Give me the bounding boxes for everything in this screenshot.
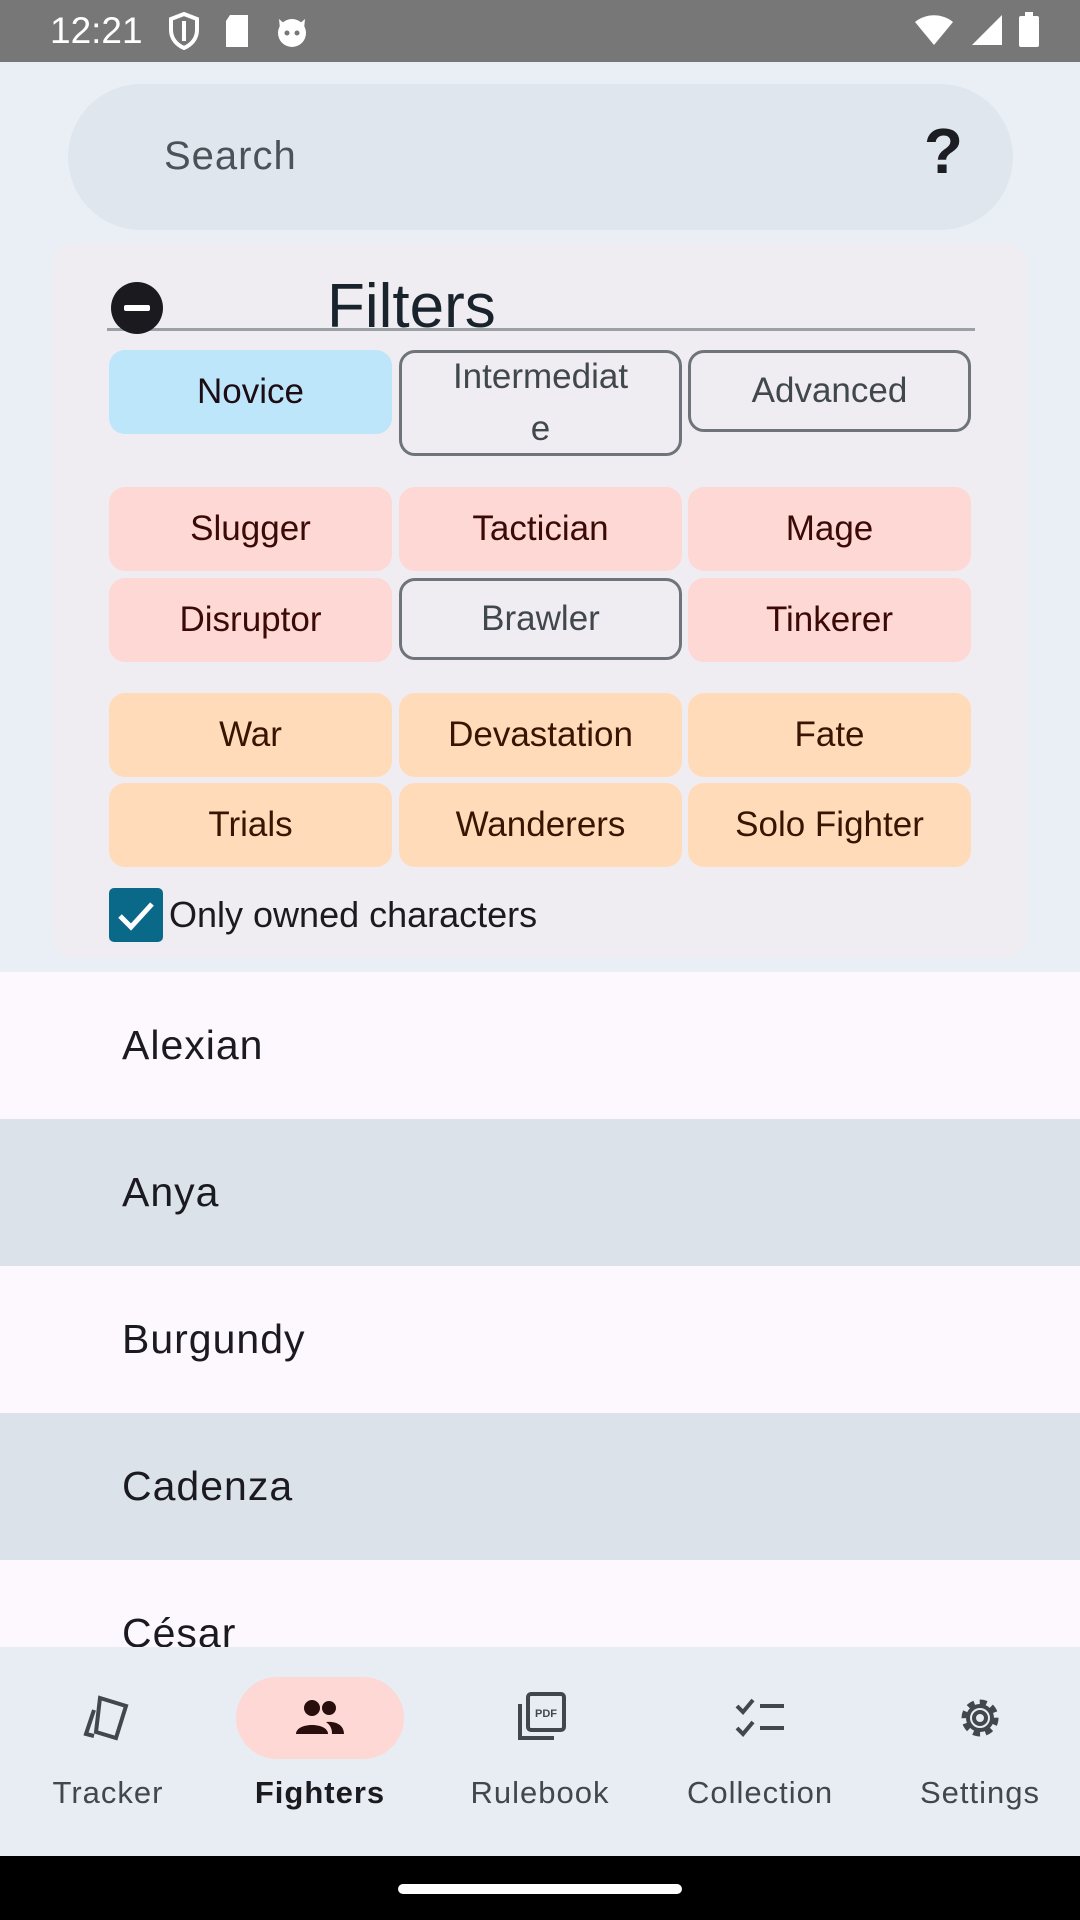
help-icon[interactable]: ? [924,114,963,188]
filter-chip-intermediate[interactable]: Intermediate [399,350,682,456]
filter-chip-disruptor[interactable]: Disruptor [109,578,392,662]
filter-chip-tinkerer[interactable]: Tinkerer [688,578,971,662]
nav-label-tracker: Tracker [52,1775,164,1810]
cat-icon [278,19,306,47]
nav-label-fighters: Fighters [254,1775,386,1810]
status-bar: 12:21 [0,0,1080,62]
gear-icon [961,1699,999,1737]
gesture-handle[interactable] [398,1884,682,1894]
filter-chip-wanderers[interactable]: Wanderers [399,783,682,867]
nav-item-rulebook[interactable]: PDF Rulebook [432,1647,648,1856]
nav-label-settings: Settings [919,1775,1040,1810]
owned-only-row[interactable]: Only owned characters [109,888,537,942]
collapse-icon[interactable] [111,282,163,334]
filter-chip-slugger[interactable]: Slugger [109,487,392,571]
list-item[interactable]: Alexian [0,972,1080,1119]
owned-only-checkbox[interactable] [109,888,163,942]
bottom-nav: Tracker Fighters PDF Rulebook Collection… [0,1647,1080,1856]
status-icons-left [168,12,310,50]
filter-chip-solo-fighter[interactable]: Solo Fighter [688,783,971,867]
svg-text:PDF: PDF [535,1708,557,1720]
gesture-area [0,1856,1080,1920]
battery-icon [1019,12,1039,47]
filter-chip-brawler[interactable]: Brawler [399,578,682,660]
filter-chip-advanced[interactable]: Advanced [688,350,971,432]
wifi-icon [915,15,953,45]
filters-panel: Filters Novice Intermediate Advanced Slu… [53,243,1027,958]
people-icon [296,1700,344,1734]
fighter-name: Anya [122,1169,220,1215]
search-input[interactable]: Search [164,134,297,179]
nav-item-tracker[interactable]: Tracker [0,1647,216,1856]
fighter-name: Cadenza [122,1463,294,1509]
search-bar[interactable]: Search ? [68,84,1013,230]
nav-item-collection[interactable]: Collection [652,1647,868,1856]
filter-chip-fate[interactable]: Fate [688,693,971,777]
fighter-name: Burgundy [122,1316,306,1362]
filter-chip-novice[interactable]: Novice [109,350,392,434]
status-icons-right [914,12,1040,48]
filters-title: Filters [327,272,496,341]
shield-icon [169,12,199,50]
nav-label-rulebook: Rulebook [470,1775,610,1810]
filter-chip-devastation[interactable]: Devastation [399,693,682,777]
fighter-name: César [122,1610,237,1647]
list-item[interactable]: Anya [0,1119,1080,1266]
nav-item-fighters[interactable]: Fighters [212,1647,428,1856]
signal-icon [972,15,1002,45]
checklist-icon [735,1698,784,1737]
list-item[interactable]: Burgundy [0,1266,1080,1413]
nav-item-settings[interactable]: Settings [872,1647,1080,1856]
filter-chip-trials[interactable]: Trials [109,783,392,867]
nav-label-collection: Collection [686,1775,834,1810]
pdf-icon: PDF [518,1692,566,1740]
owned-only-label: Only owned characters [169,894,538,935]
filter-chip-mage[interactable]: Mage [688,487,971,571]
list-item[interactable]: César [0,1560,1080,1647]
cards-icon [83,1695,129,1741]
filter-chip-intermediate-label: Intermediate [452,357,629,448]
check-icon [118,902,154,931]
fighter-name: Alexian [122,1022,264,1068]
filters-header: Filters [107,257,975,341]
status-time: 12:21 [50,10,143,51]
filter-chip-tactician[interactable]: Tactician [399,487,682,571]
filter-chip-war[interactable]: War [109,693,392,777]
list-item[interactable]: Cadenza [0,1413,1080,1560]
fighter-list[interactable]: Alexian Anya Burgundy Cadenza César [0,972,1080,1647]
sd-card-icon [226,15,248,47]
